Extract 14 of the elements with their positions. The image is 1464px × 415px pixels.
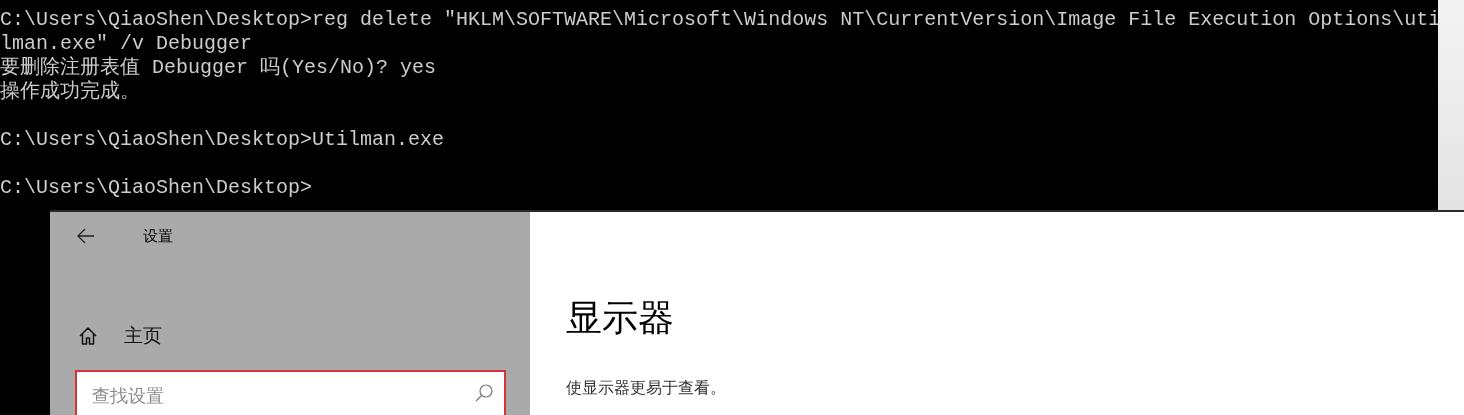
page-description: 使显示器更易于查看。 [566, 378, 727, 399]
page-heading: 显示器 [566, 296, 675, 340]
scrollbar[interactable] [1438, 0, 1464, 210]
console-line: 操作成功完成。 [0, 80, 141, 104]
home-icon [78, 326, 98, 346]
window-title: 设置 [143, 226, 173, 246]
back-arrow-icon[interactable] [77, 228, 95, 244]
console-line: 要删除注册表值 Debugger 吗(Yes/No)? yes [0, 56, 438, 80]
console-line: C:\Users\QiaoShen\Desktop>Utilman.exe [0, 128, 446, 152]
search-icon [474, 383, 494, 403]
console-line: C:\Users\QiaoShen\Desktop> [0, 176, 314, 200]
console-line: lman.exe" /v Debugger [0, 32, 254, 56]
search-field[interactable]: 查找设置 [75, 370, 506, 415]
home-nav-item[interactable]: 主页 [75, 324, 530, 348]
